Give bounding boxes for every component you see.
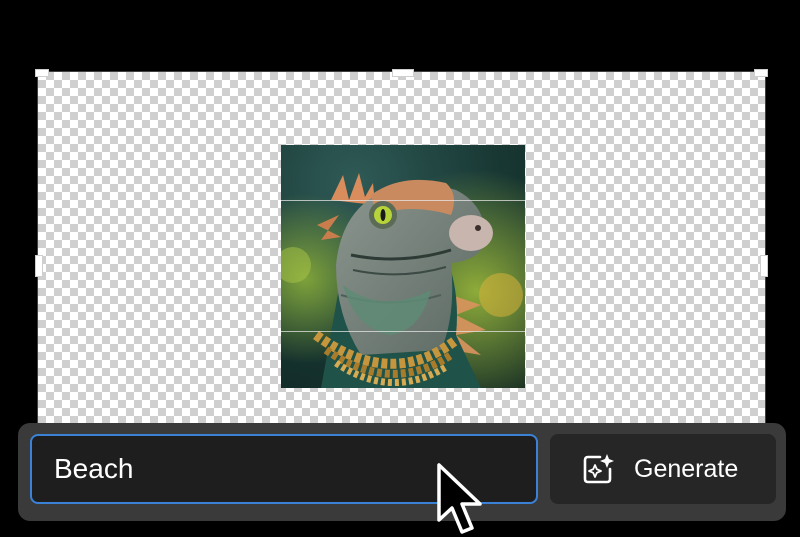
resize-handle-top-left[interactable] — [35, 69, 49, 77]
resize-handle-left[interactable] — [35, 255, 43, 277]
guide-line — [281, 331, 525, 332]
sparkle-image-icon — [583, 454, 614, 484]
resize-handle-top-right[interactable] — [754, 69, 768, 77]
iguana-image[interactable] — [281, 145, 525, 388]
prompt-bar: Beach Generate — [18, 423, 786, 521]
resize-handle-right[interactable] — [760, 255, 768, 277]
resize-handle-top[interactable] — [392, 69, 414, 77]
canvas-transparent-area[interactable] — [35, 69, 768, 431]
guide-line — [281, 200, 525, 201]
generate-label: Generate — [634, 454, 739, 483]
iguana-illustration — [281, 145, 525, 388]
arrow-cursor-icon — [437, 463, 482, 534]
generate-button[interactable]: Generate — [550, 434, 776, 504]
